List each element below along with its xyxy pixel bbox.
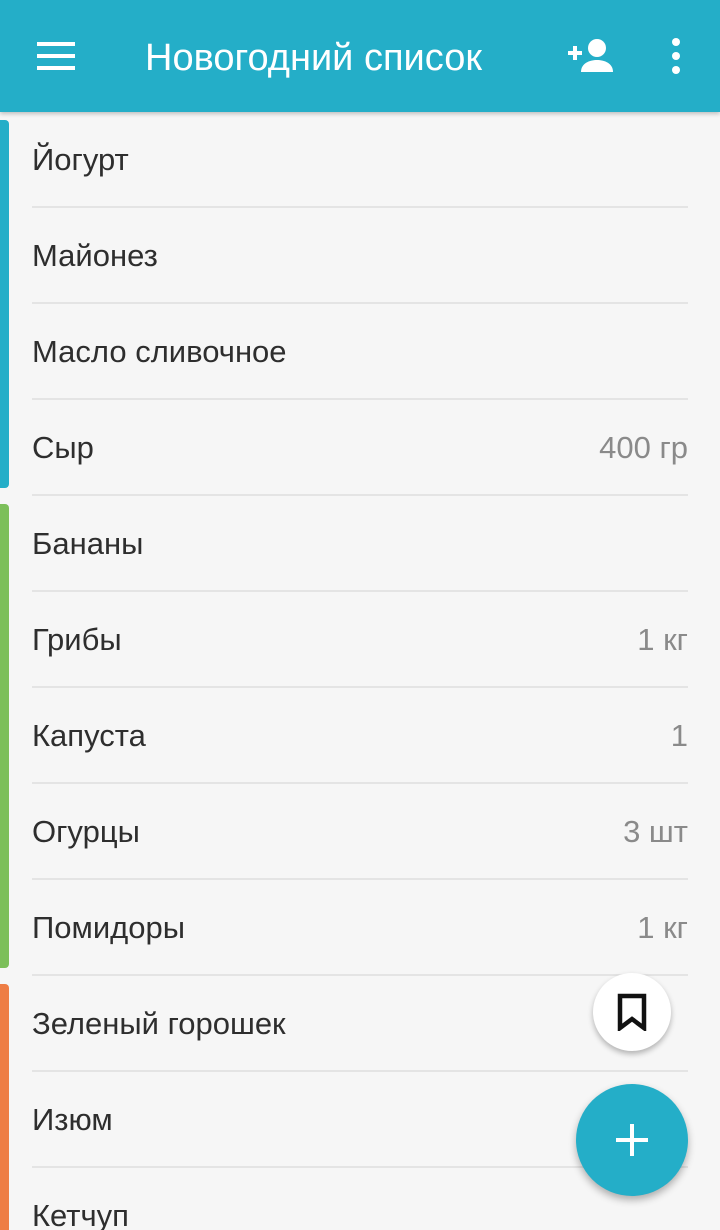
plus-icon: [616, 1124, 648, 1156]
item-name: Огурцы: [32, 814, 140, 849]
list-item[interactable]: Сыр 400 гр: [32, 400, 688, 496]
shopping-list: Йогурт Майонез Масло сливочное Сыр 400 г…: [0, 112, 720, 1230]
app-bar: Новогодний список: [0, 0, 720, 112]
category-bar-green: [0, 504, 9, 968]
item-name: Помидоры: [32, 910, 186, 945]
list-item[interactable]: Йогурт: [32, 112, 688, 208]
category-bar-blue: [0, 120, 9, 488]
list-item[interactable]: Масло сливочное: [32, 304, 688, 400]
item-quantity: 1 кг: [637, 910, 688, 945]
item-name: Кетчуп: [32, 1198, 129, 1230]
item-name: Грибы: [32, 622, 122, 657]
person-add-icon: [568, 39, 613, 72]
list-item[interactable]: Огурцы 3 шт: [32, 784, 688, 880]
list-item[interactable]: Зеленый горошек: [32, 976, 688, 1072]
bookmark-icon: [617, 993, 647, 1031]
hamburger-menu-icon: [37, 42, 75, 70]
add-item-button[interactable]: [576, 1084, 688, 1196]
item-name: Йогурт: [32, 142, 129, 177]
item-quantity: 400 гр: [599, 430, 688, 465]
item-quantity: 1: [670, 718, 688, 753]
more-options-button[interactable]: [646, 24, 706, 88]
category-bar-orange: [0, 984, 9, 1230]
item-name: Изюм: [32, 1102, 113, 1137]
list-item[interactable]: Капуста 1: [32, 688, 688, 784]
item-quantity: 3 шт: [623, 814, 688, 849]
list-item[interactable]: Помидоры 1 кг: [32, 880, 688, 976]
list-item[interactable]: Грибы 1 кг: [32, 592, 688, 688]
item-name: Бананы: [32, 526, 144, 561]
menu-button[interactable]: [20, 20, 92, 92]
add-user-button[interactable]: [556, 24, 628, 88]
page-title: Новогодний список: [145, 37, 482, 79]
item-name: Капуста: [32, 718, 146, 753]
item-name: Зеленый горошек: [32, 1006, 286, 1041]
item-name: Масло сливочное: [32, 334, 287, 369]
list-item[interactable]: Бананы: [32, 496, 688, 592]
item-name: Сыр: [32, 430, 94, 465]
item-quantity: 1 кг: [637, 622, 688, 657]
more-vertical-icon: [672, 38, 680, 74]
list-item[interactable]: Майонез: [32, 208, 688, 304]
item-name: Майонез: [32, 238, 158, 273]
bookmark-button[interactable]: [593, 973, 671, 1051]
